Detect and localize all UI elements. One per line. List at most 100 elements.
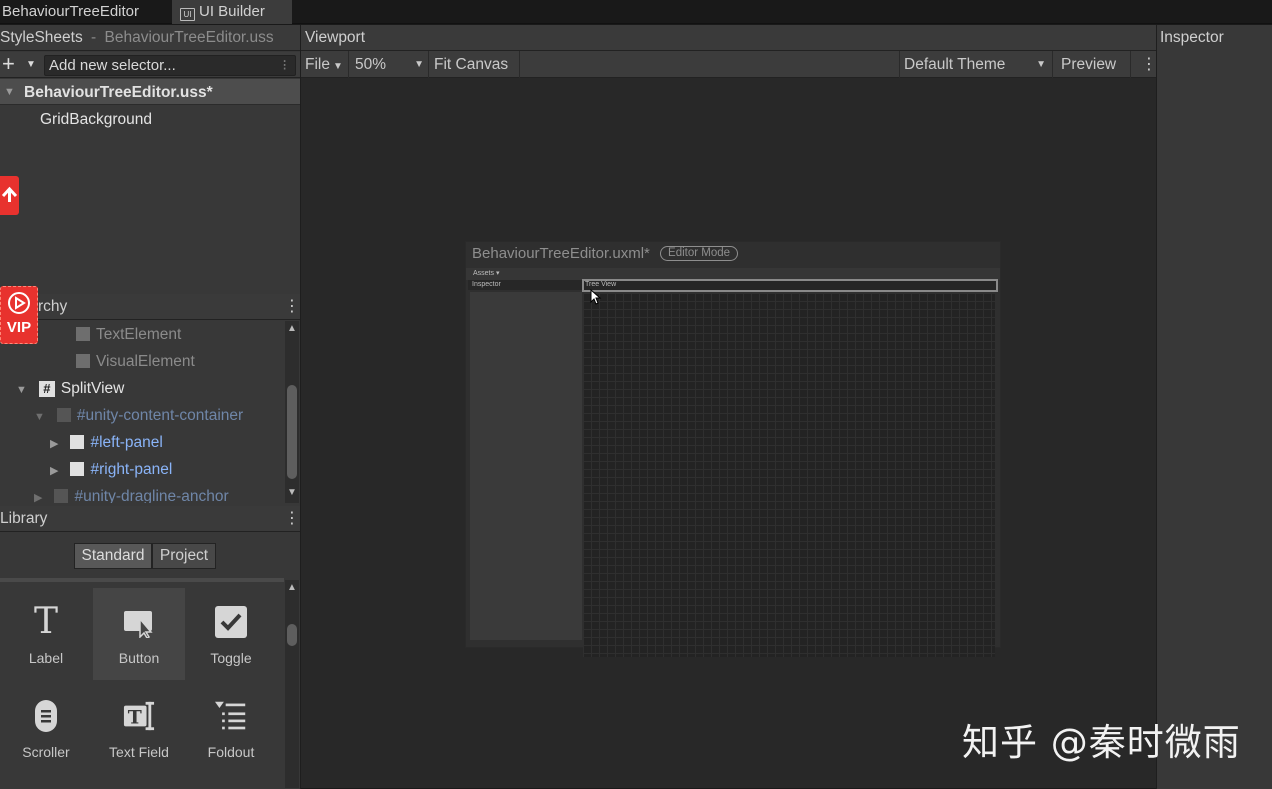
editor-mode-badge[interactable]: Editor Mode bbox=[660, 246, 739, 261]
hierarchy-title: rchy bbox=[38, 298, 68, 315]
viewport-toolbar: File ▼ 50% ▼ Fit Canvas Default Theme ▼ Pre… bbox=[301, 51, 1157, 78]
add-selector-button[interactable]: + ▼ bbox=[2, 52, 40, 78]
stylesheet-name: BehaviourTreeEditor.uss* bbox=[24, 84, 213, 101]
text-field-glyph: T bbox=[128, 707, 142, 729]
label-icon: T bbox=[33, 601, 58, 642]
selector-menu-icon[interactable]: ⁝ bbox=[282, 56, 287, 75]
preview-grid-background[interactable] bbox=[583, 293, 995, 657]
stylesheets-file: BehaviourTreeEditor.uss bbox=[104, 29, 274, 46]
chevron-right-icon[interactable]: ▶ bbox=[50, 438, 58, 450]
selector-item-grid-background[interactable]: GridBackground bbox=[40, 106, 152, 133]
element-icon bbox=[70, 435, 85, 449]
hash-icon: # bbox=[38, 381, 55, 397]
viewport-header: Viewport bbox=[301, 25, 1156, 51]
chevron-down-icon: ▼ bbox=[332, 61, 343, 72]
inspector-panel bbox=[1157, 25, 1272, 789]
viewport-title: Viewport bbox=[305, 29, 366, 46]
assets-menu-label: Assets bbox=[473, 270, 495, 277]
library-item-foldout[interactable]: Foldout bbox=[185, 682, 277, 774]
theme-value: Default Theme bbox=[904, 56, 1006, 73]
hierarchy-row-right-panel[interactable]: ▶ #right-panel bbox=[50, 456, 172, 483]
row-label: VisualElement bbox=[96, 353, 195, 370]
chevron-down-icon[interactable]: ▼ bbox=[4, 79, 15, 106]
chevron-right-icon[interactable]: ▶ bbox=[34, 492, 42, 503]
row-label: #unity-dragline-anchor bbox=[74, 488, 229, 503]
hierarchy-menu-icon[interactable]: ⋮ bbox=[284, 294, 300, 320]
chevron-down-icon: ▼ bbox=[1036, 59, 1046, 70]
stylesheet-item-uss[interactable]: ▼ BehaviourTreeEditor.uss* bbox=[0, 79, 300, 105]
document-title: BehaviourTreeEditor.uxml* bbox=[472, 245, 650, 262]
library-item-text-field[interactable]: T Text Field bbox=[93, 682, 185, 774]
zoom-dropdown[interactable]: 50% ▼ bbox=[351, 51, 429, 78]
file-menu[interactable]: File ▼ bbox=[301, 51, 349, 78]
plus-icon: + bbox=[2, 51, 15, 76]
hierarchy-row-text-element[interactable]: TextElement bbox=[76, 321, 181, 348]
element-icon bbox=[54, 489, 69, 503]
library-item-scroller[interactable]: Scroller bbox=[0, 682, 92, 774]
selector-input[interactable]: Add new selector... ⁝ bbox=[44, 55, 296, 76]
preview-label: Preview bbox=[1061, 56, 1117, 73]
hierarchy-row-dragline-anchor[interactable]: ▶ #unity-dragline-anchor bbox=[34, 483, 229, 503]
scroll-down-icon[interactable]: ▼ bbox=[287, 487, 297, 498]
stylesheets-header-sep: - bbox=[91, 29, 97, 46]
library-item-toggle[interactable]: Toggle bbox=[185, 588, 277, 680]
document-preview[interactable]: BehaviourTreeEditor.uxml* Editor Mode As… bbox=[465, 241, 1001, 657]
row-label: SplitView bbox=[60, 380, 125, 397]
library-tab-standard[interactable]: Standard bbox=[74, 543, 152, 569]
library-scrollbar[interactable]: ▲ bbox=[285, 580, 299, 788]
vip-label: VIP bbox=[6, 319, 32, 336]
hierarchy-scroll-thumb[interactable] bbox=[287, 385, 297, 479]
row-label: TextElement bbox=[96, 326, 182, 343]
tab-behaviour-tree-editor[interactable]: BehaviourTreeEditor bbox=[0, 0, 166, 24]
scroller-icon bbox=[35, 700, 57, 732]
hierarchy-row-left-panel[interactable]: ▶ #left-panel bbox=[50, 429, 163, 456]
library-menu-icon[interactable]: ⋮ bbox=[284, 506, 300, 532]
library-item-button[interactable]: Button bbox=[93, 588, 185, 680]
library-item-label[interactable]: T Label bbox=[0, 588, 92, 680]
preview-inspector-header: Inspector bbox=[468, 280, 582, 290]
theme-dropdown[interactable]: Default Theme ▼ bbox=[899, 51, 1053, 78]
row-label: #unity-content-container bbox=[76, 407, 244, 424]
assets-menu[interactable]: Assets ▾ bbox=[473, 268, 499, 280]
preview-toggle[interactable]: Preview bbox=[1057, 51, 1131, 78]
stylesheets-title: StyleSheets bbox=[0, 29, 83, 46]
foldout-icon bbox=[215, 701, 246, 730]
hierarchy-row-split-view[interactable]: ▼ # SplitView bbox=[16, 375, 124, 402]
library-scroll-thumb[interactable] bbox=[287, 624, 297, 646]
vip-badge[interactable]: VIP bbox=[0, 286, 38, 344]
inspector-header: Inspector bbox=[1157, 25, 1272, 51]
chevron-down-icon[interactable]: ▼ bbox=[16, 384, 27, 396]
watermark: 知乎 @秦时微雨 bbox=[962, 721, 1241, 764]
ui-builder-icon: UI bbox=[180, 8, 195, 21]
selector-input-text: Add new selector... bbox=[49, 57, 176, 74]
window-tab-bar: BehaviourTreeEditor UI UI Builder bbox=[0, 0, 1272, 24]
text-field-icon: T bbox=[123, 701, 155, 731]
library-item-label-text: Scroller bbox=[22, 744, 70, 760]
preview-left-panel bbox=[470, 292, 582, 640]
library-header: Library ⋮ bbox=[0, 506, 300, 532]
hierarchy-scrollbar[interactable]: ▲ ▼ bbox=[285, 321, 299, 503]
chevron-right-icon[interactable]: ▶ bbox=[50, 465, 58, 477]
preview-tree-view-header[interactable]: Tree View bbox=[582, 279, 998, 292]
element-icon bbox=[76, 327, 90, 341]
element-icon bbox=[56, 408, 71, 422]
element-icon bbox=[76, 354, 90, 368]
viewport-menu-icon[interactable]: ⋮ bbox=[1141, 51, 1157, 78]
scroll-up-icon[interactable]: ▲ bbox=[287, 582, 297, 593]
library-tab-project[interactable]: Project bbox=[152, 543, 216, 569]
scroll-up-icon[interactable]: ▲ bbox=[287, 323, 297, 334]
hierarchy-row-visual-element[interactable]: VisualElement bbox=[76, 348, 195, 375]
library-item-label-text: Text Field bbox=[109, 744, 169, 760]
chevron-down-icon: ▼ bbox=[414, 59, 424, 70]
document-title-row: BehaviourTreeEditor.uxml* Editor Mode bbox=[472, 245, 739, 262]
library-title: Library bbox=[0, 510, 48, 527]
chevron-down-icon[interactable]: ▼ bbox=[34, 411, 45, 423]
upload-badge[interactable] bbox=[0, 176, 19, 215]
hierarchy-header: rchy ⋮ bbox=[0, 294, 300, 320]
fit-canvas-button[interactable]: Fit Canvas bbox=[430, 51, 520, 78]
tab-ui-builder[interactable]: UI UI Builder bbox=[172, 0, 292, 24]
library-item-label-text: Toggle bbox=[210, 650, 252, 666]
element-icon bbox=[70, 462, 85, 476]
hierarchy-row-content-container[interactable]: ▼ #unity-content-container bbox=[34, 402, 243, 429]
toggle-icon bbox=[215, 606, 247, 638]
